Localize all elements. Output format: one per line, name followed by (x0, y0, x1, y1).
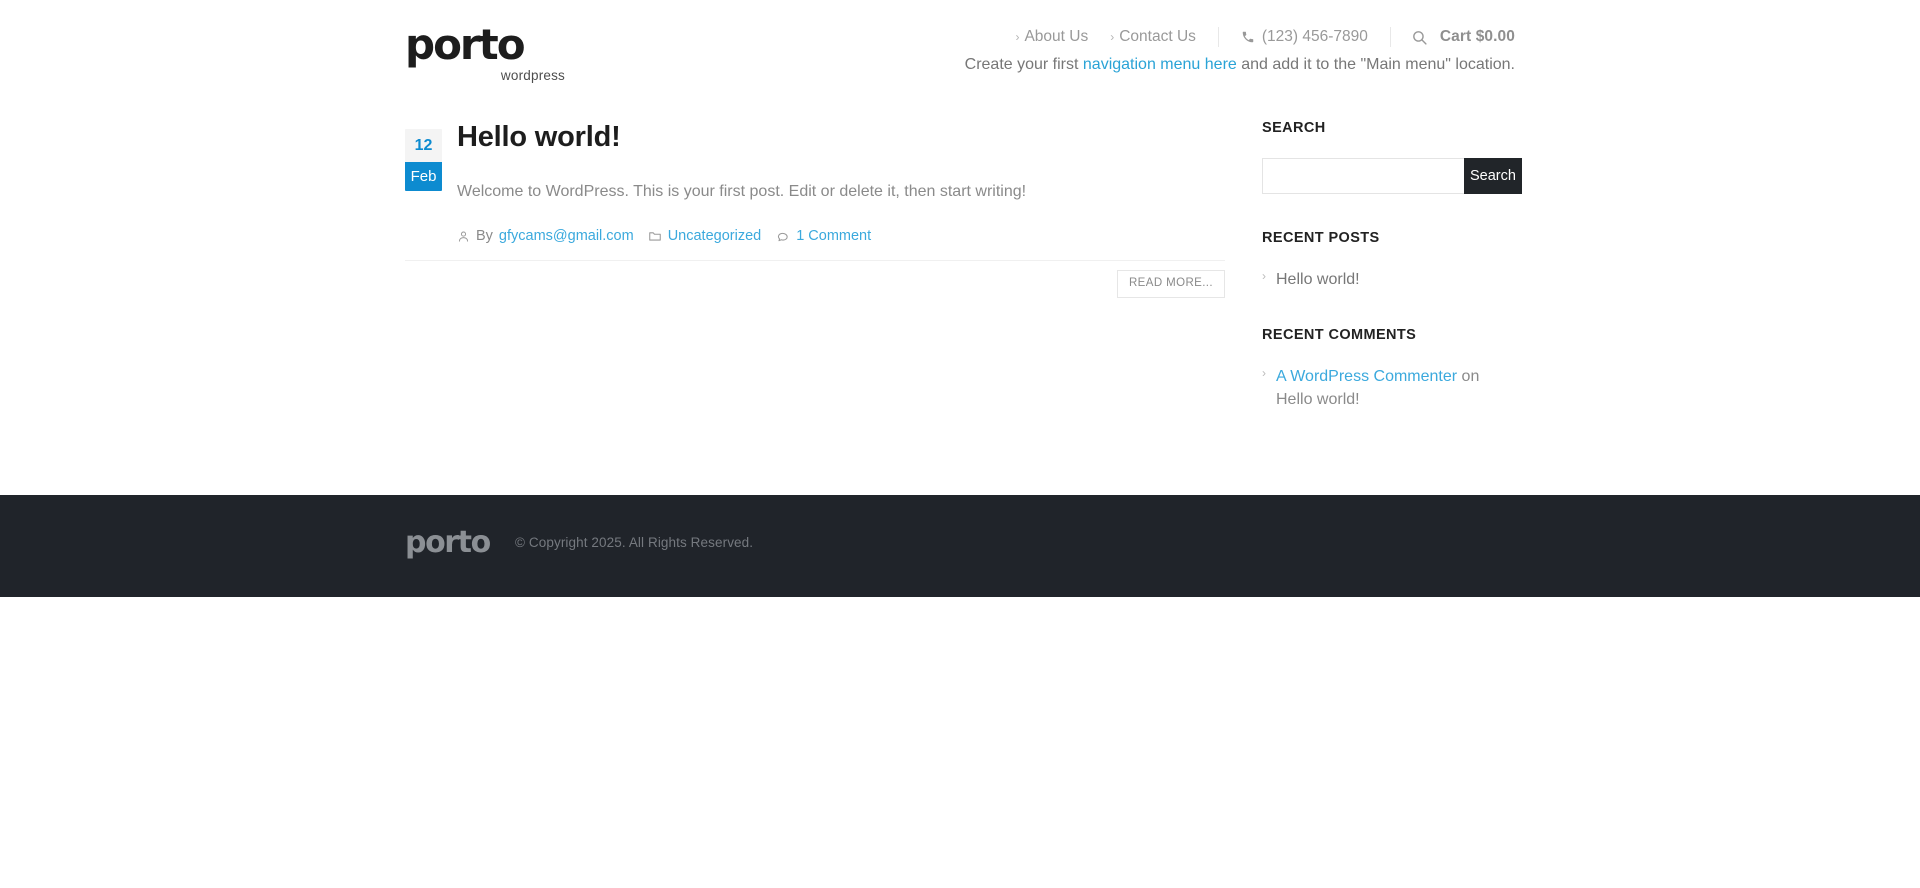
widget-title-recent-comments: RECENT COMMENTS (1262, 327, 1417, 344)
topnav-item-contact-us[interactable]: › Contact Us (1110, 28, 1196, 46)
chevron-right-icon: › (1262, 366, 1266, 381)
meta-comments: 1 Comment (775, 228, 871, 244)
footer-copyright: © Copyright 2025. All Rights Reserved. (515, 535, 754, 550)
recent-posts-list: › Hello world! (1262, 268, 1520, 291)
meta-comments-link[interactable]: 1 Comment (796, 228, 871, 244)
search-form: Search (1262, 158, 1522, 194)
footer-logo[interactable]: porto (405, 528, 491, 558)
comment-icon (775, 229, 790, 243)
comment-post-title: Hello world! (1276, 391, 1360, 409)
meta-author-link[interactable]: gfycams@gmail.com (499, 228, 634, 244)
post-date-month: Feb (405, 162, 442, 191)
post-excerpt: Welcome to WordPress. This is your first… (457, 182, 1027, 200)
site-logo[interactable]: porto wordpress (405, 20, 625, 84)
widget-recent-posts: RECENT POSTS › Hello world! (1262, 230, 1520, 291)
post-footer: READ MORE... (405, 260, 1225, 302)
nav-divider (1389, 27, 1391, 47)
comment-connector: on (1457, 368, 1480, 386)
create-menu-link[interactable]: navigation menu here (1083, 56, 1237, 73)
comment-author-link[interactable]: A WordPress Commenter (1276, 368, 1457, 385)
widget-title-recent-posts: RECENT POSTS (1262, 230, 1380, 246)
cart-total-label[interactable]: Cart $0.00 (1440, 28, 1515, 46)
chevron-right-icon: › (1110, 30, 1115, 44)
meta-category-link[interactable]: Uncategorized (668, 228, 762, 244)
user-icon (457, 230, 470, 243)
phone-icon (1241, 30, 1255, 44)
page-root: porto wordpress › About Us › Contact Us … (0, 0, 1920, 888)
logo-wordmark: porto (405, 20, 526, 69)
topnav-item-label: About Us (1024, 28, 1089, 45)
post-title[interactable]: Hello world! (457, 120, 1225, 155)
phone-number: (123) 456-7890 (1261, 28, 1368, 45)
topnav-item-about-us[interactable]: › About Us (1015, 28, 1088, 46)
top-navigation: › About Us › Contact Us (123) 456-7890 C… (993, 26, 1515, 48)
meta-category: Uncategorized (648, 228, 762, 244)
post-body: Hello world! Welcome to WordPress. This … (457, 120, 1225, 244)
post-date-day: 12 (405, 129, 442, 162)
site-footer: porto © Copyright 2025. All Rights Reser… (0, 495, 1920, 597)
meta-author: By gfycams@gmail.com (457, 228, 634, 244)
chevron-right-icon: › (1262, 269, 1266, 283)
search-icon[interactable] (1411, 29, 1428, 46)
search-submit-button[interactable]: Search (1464, 158, 1522, 194)
widget-title-search: SEARCH (1262, 120, 1326, 136)
menu-notice-prefix: Create your first (964, 56, 1083, 73)
sidebar: SEARCH Search RECENT POSTS › Hello world… (1262, 120, 1522, 448)
list-item: › Hello world! (1262, 268, 1520, 291)
nav-divider (1217, 27, 1219, 47)
recent-comments-list: › A WordPress Commenter on Hello world! (1262, 365, 1520, 411)
menu-notice-suffix: and add it to the "Main menu" location. (1236, 56, 1515, 73)
menu-notice: Create your first navigation menu here a… (965, 56, 1515, 74)
list-item: › A WordPress Commenter on Hello world! (1262, 365, 1520, 411)
post-article: 12 Feb Hello world! Welcome to WordPress… (405, 120, 1225, 302)
read-more-button[interactable]: READ MORE... (1116, 270, 1225, 298)
meta-by-label: By (476, 228, 493, 245)
widget-recent-comments: RECENT COMMENTS › A WordPress Commenter o… (1262, 327, 1520, 411)
cart-block: Cart $0.00 (1411, 28, 1515, 46)
recent-post-link[interactable]: Hello world! (1276, 271, 1360, 288)
post-meta: By gfycams@gmail.com Uncategorized 1 Com… (457, 228, 1225, 244)
site-header: porto wordpress › About Us › Contact Us … (0, 0, 1920, 108)
search-input[interactable] (1262, 158, 1464, 194)
phone-block[interactable]: (123) 456-7890 (1241, 28, 1368, 46)
folder-icon (648, 229, 662, 243)
footer-inner: porto © Copyright 2025. All Rights Reser… (405, 495, 1515, 597)
chevron-right-icon: › (1015, 30, 1020, 44)
widget-search: SEARCH Search (1262, 120, 1522, 194)
logo-subtitle: wordpress (500, 68, 565, 83)
post-date-badge: 12 Feb (405, 129, 442, 191)
topnav-item-label: Contact Us (1119, 28, 1196, 45)
